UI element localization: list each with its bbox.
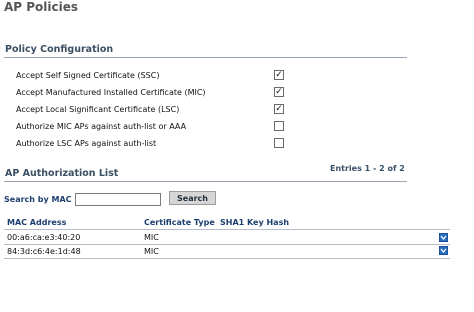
search-button[interactable]: Search xyxy=(169,191,216,205)
chevron-down-icon xyxy=(440,235,447,241)
policy-label-mic: Accept Manufactured Installed Certificat… xyxy=(16,88,206,97)
policy-label-lsc: Accept Local Significant Certificate (LS… xyxy=(16,105,180,114)
policy-configuration-title: Policy Configuration xyxy=(5,44,114,55)
checkbox-accept-mic[interactable]: ✓ xyxy=(274,87,284,97)
search-mac-input[interactable] xyxy=(75,193,161,206)
chevron-down-icon xyxy=(440,248,447,254)
row1-mac-address: 00:a6:ca:e3:40:20 xyxy=(7,233,81,242)
policy-label-authorize-mic: Authorize MIC APs against auth-list or A… xyxy=(16,122,187,131)
authorization-list-divider xyxy=(4,181,407,182)
row1-certificate-type: MIC xyxy=(144,233,159,242)
checkbox-authorize-mic[interactable] xyxy=(274,121,284,131)
policy-configuration-divider xyxy=(4,57,407,58)
checkbox-accept-lsc[interactable]: ✓ xyxy=(274,104,284,114)
page-title: AP Policies xyxy=(4,0,79,14)
entries-count: Entries 1 - 2 of 2 xyxy=(330,164,405,173)
row2-action-dropdown[interactable] xyxy=(439,246,448,255)
column-header-mac-address: MAC Address xyxy=(7,218,67,227)
table-header-divider xyxy=(4,229,450,230)
search-by-mac-label: Search by MAC xyxy=(4,195,72,204)
row1-action-dropdown[interactable] xyxy=(439,233,448,242)
column-header-certificate-type: Certificate Type xyxy=(144,218,215,227)
policy-label-authorize-lsc: Authorize LSC APs against auth-list xyxy=(16,139,157,148)
checkbox-authorize-lsc[interactable] xyxy=(274,138,284,148)
row2-mac-address: 84:3d:c6:4e:1d:48 xyxy=(7,247,81,256)
row2-certificate-type: MIC xyxy=(144,247,159,256)
table-bottom-divider xyxy=(4,258,450,259)
column-header-sha1-key-hash: SHA1 Key Hash xyxy=(220,218,290,227)
checkbox-accept-ssc[interactable]: ✓ xyxy=(274,70,284,80)
policy-label-ssc: Accept Self Signed Certificate (SSC) xyxy=(16,71,160,80)
authorization-list-title: AP Authorization List xyxy=(5,168,119,179)
table-row-divider xyxy=(4,244,450,245)
